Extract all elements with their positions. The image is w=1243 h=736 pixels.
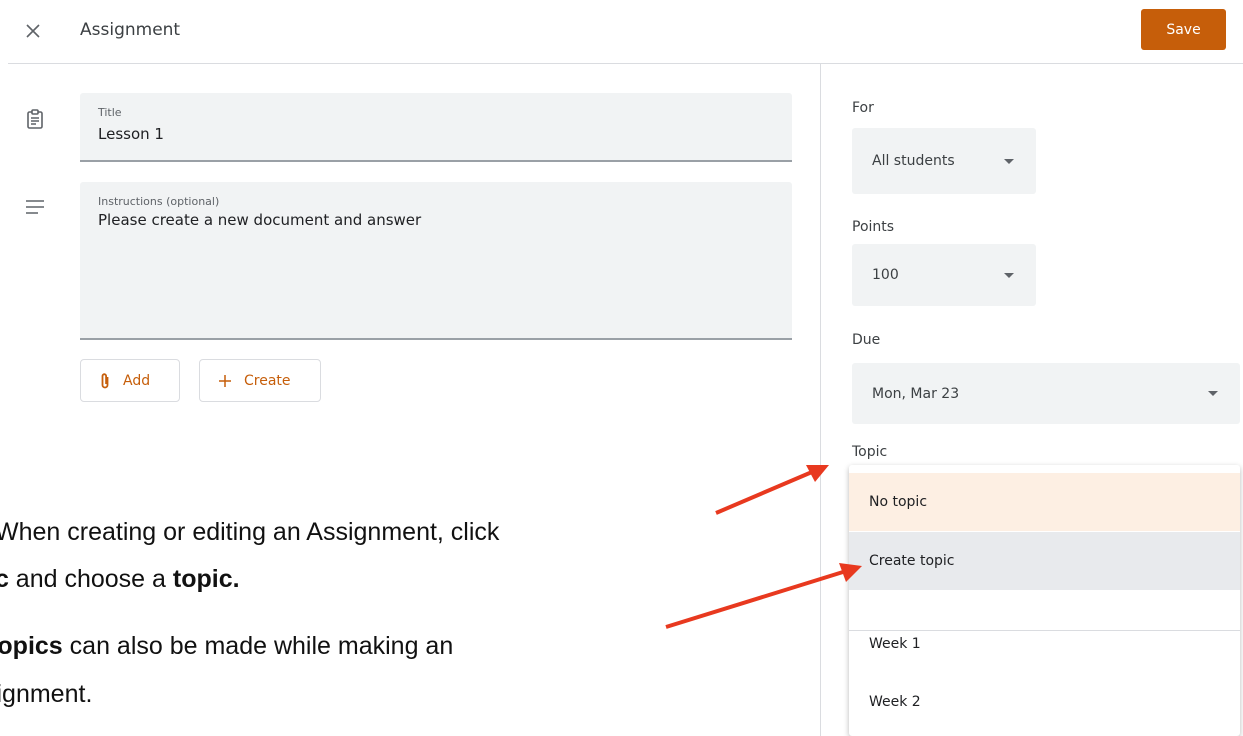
title-field[interactable]: Title Lesson 1	[80, 93, 792, 162]
topic-option-no-topic[interactable]: No topic	[849, 473, 1240, 531]
annotation-line-2: ic and choose a topic.	[0, 565, 240, 594]
plus-icon	[219, 374, 231, 387]
dropdown-arrow-icon	[1208, 391, 1218, 396]
annotation-line-3: Topics can also be made while making an	[0, 632, 453, 661]
annotation-line-1: When creating or editing an Assignment, …	[0, 518, 499, 547]
dropdown-arrow-icon	[1004, 272, 1014, 278]
topic-menu: No topic Create topic Week 1 Week 2	[849, 465, 1240, 736]
title-field-value: Lesson 1	[98, 125, 164, 143]
add-button[interactable]: Add	[80, 359, 180, 402]
annotation-line-4-text: signment.	[0, 680, 93, 708]
topic-option-week-1[interactable]: Week 1	[849, 615, 1240, 673]
close-button[interactable]	[20, 18, 46, 44]
annotation-topic-word-2: topic.	[172, 565, 240, 593]
add-button-label: Add	[123, 372, 151, 389]
for-select[interactable]: All students	[852, 128, 1036, 194]
attachment-icon	[101, 372, 109, 388]
dropdown-arrow-icon	[1004, 158, 1014, 164]
topic-label: Topic	[852, 444, 888, 460]
topic-option-create-topic[interactable]: Create topic	[849, 532, 1240, 590]
notes-icon	[26, 200, 44, 214]
instructions-field-label: Instructions (optional)	[98, 195, 220, 208]
create-button-label: Create	[244, 372, 291, 389]
due-select[interactable]: Mon, Mar 23	[852, 363, 1240, 424]
save-button[interactable]: Save	[1141, 9, 1226, 50]
header-divider	[8, 63, 1243, 64]
for-select-value: All students	[872, 153, 955, 169]
due-select-value: Mon, Mar 23	[872, 385, 960, 402]
instructions-field-value: Please create a new document and answer	[98, 211, 422, 229]
topic-option-week-2[interactable]: Week 2	[849, 673, 1240, 731]
annotation-topic-word: ic	[0, 565, 9, 593]
arrow-to-create-topic	[665, 563, 862, 629]
due-label: Due	[852, 332, 881, 348]
annotation-line-2-text: and choose a	[8, 565, 173, 593]
points-label: Points	[852, 219, 895, 235]
arrow-to-topic	[715, 465, 829, 515]
page-title: Assignment	[80, 20, 181, 40]
panel-divider	[820, 64, 821, 736]
close-icon	[26, 24, 40, 38]
points-select-value: 100	[872, 267, 899, 283]
points-select[interactable]: 100	[852, 244, 1036, 306]
annotation-line-4: signment.	[0, 680, 92, 709]
instructions-field[interactable]: Instructions (optional) Please create a …	[80, 182, 792, 340]
annotation-line-1-text: When creating or editing an Assignment, …	[0, 518, 500, 546]
for-label: For	[852, 100, 874, 116]
assignment-icon	[27, 109, 43, 129]
create-button[interactable]: Create	[199, 359, 321, 402]
annotation-line-3-text: can also be made while making an	[62, 632, 454, 660]
annotation-topics-word: Topics	[0, 632, 63, 660]
title-field-label: Title	[98, 106, 122, 119]
